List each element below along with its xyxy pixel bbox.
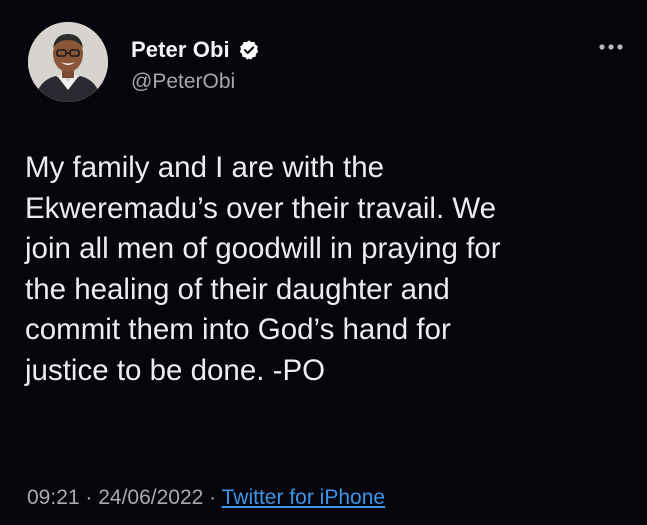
tweet-text-line: justice to be done. -PO: [25, 353, 326, 387]
tweet-date[interactable]: 24/06/2022: [98, 486, 203, 509]
name-row: Peter Obi: [131, 37, 260, 63]
tweet-metadata: 09:21 · 24/06/2022 · Twitter for iPhone: [27, 486, 385, 510]
tweet-text-line: the healing of their daughter and: [25, 272, 450, 306]
tweet-card: Peter Obi @PeterObi My family and I are …: [0, 0, 647, 525]
tweet-text-line: join all men of goodwill in praying for: [25, 232, 501, 265]
tweet-text-line: Ekweremadu’s over their travail. We: [25, 191, 497, 225]
tweet-source-link[interactable]: Twitter for iPhone: [222, 486, 385, 509]
more-options-icon[interactable]: [597, 38, 625, 56]
display-name[interactable]: Peter Obi: [131, 37, 230, 63]
meta-separator: ·: [79, 486, 99, 509]
tweet-text-line: My family and I are with the: [25, 151, 385, 184]
meta-separator: ·: [203, 486, 222, 509]
avatar[interactable]: [28, 22, 108, 102]
verified-badge-icon: [238, 39, 260, 61]
user-handle[interactable]: @PeterObi: [131, 70, 235, 94]
tweet-text: My family and I are with the Ekweremadu’…: [25, 148, 635, 391]
tweet-time[interactable]: 09:21: [27, 486, 80, 509]
avatar-image: [28, 22, 108, 102]
tweet-text-line: commit them into God’s hand for: [25, 313, 451, 346]
